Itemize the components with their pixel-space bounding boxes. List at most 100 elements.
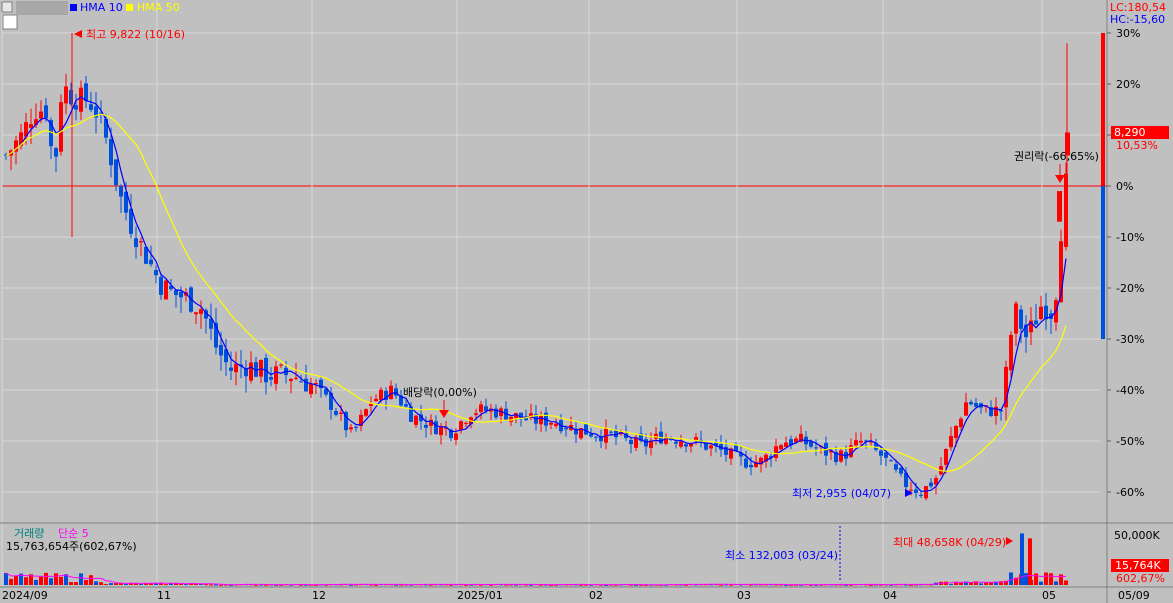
volume-bar [14, 575, 18, 585]
stock-name-redacted [16, 1, 68, 15]
candle-body [629, 439, 633, 445]
candle-body [839, 450, 843, 462]
candle-body [299, 381, 303, 383]
volume-bar [1049, 573, 1053, 585]
candle-body [149, 259, 153, 265]
settings-icon[interactable] [1, 1, 13, 13]
rights-arrow-icon [1055, 175, 1065, 183]
candle-body [774, 446, 778, 458]
stock-chart[interactable]: 30%20%10%0%-10%-20%-30%-40%-50%-60% 2024… [0, 0, 1173, 603]
x-tick-label: 02 [589, 589, 603, 602]
candle-body [139, 241, 143, 243]
ma-short-swatch [70, 4, 77, 11]
y-tick-label: 30% [1116, 27, 1140, 40]
candle-body [899, 467, 903, 474]
candle-body [929, 482, 933, 487]
ma-long-swatch [126, 4, 133, 11]
volume-bar [1054, 581, 1058, 585]
y-tick-label: 20% [1116, 78, 1140, 91]
candle-body [59, 102, 63, 152]
candle-body [644, 439, 648, 447]
candle-body [459, 421, 463, 431]
volume-bar [219, 584, 223, 586]
volume-bar [579, 584, 583, 586]
x-tick-label: 2025/01 [457, 589, 503, 602]
candle-body [164, 280, 168, 300]
y-tick-label: -40% [1116, 384, 1144, 397]
candle-body [889, 460, 893, 462]
volume-bar [44, 572, 48, 585]
rights-annotation: 권리락(-66,65%) [1014, 150, 1099, 163]
x-tick-label: 12 [312, 589, 326, 602]
candle-body [994, 406, 998, 417]
x-tick-label: 03 [737, 589, 751, 602]
y-tick-label: -60% [1116, 486, 1144, 499]
candle-body [479, 404, 483, 412]
candle-body [134, 238, 138, 248]
candle-body [914, 489, 918, 493]
candle-body [589, 434, 593, 437]
candle-body [109, 139, 113, 166]
high-annotation: 최고 9,822 (10/16) [86, 28, 185, 41]
volume-bar [89, 575, 93, 585]
window-icon[interactable] [2, 14, 18, 30]
volume-bar [1039, 581, 1043, 585]
y-tick-label: -30% [1116, 333, 1144, 346]
volume-bar [124, 583, 128, 585]
candle-body [389, 385, 393, 400]
candle-body [414, 415, 418, 425]
candle-body [229, 367, 233, 371]
volume-bar [49, 578, 53, 585]
candle-body [919, 494, 923, 496]
candle-body [269, 377, 273, 380]
candle-body [199, 309, 203, 314]
current-change-pct: 10,53% [1116, 139, 1158, 152]
candle-body [74, 105, 78, 110]
volume-bar [104, 584, 108, 586]
x-tick-label: 04 [883, 589, 897, 602]
candle-body [54, 148, 58, 157]
volume-bar [59, 576, 63, 585]
candle-body [554, 423, 558, 427]
volume-bar [959, 582, 963, 585]
candle-body [194, 312, 198, 315]
candle-body [959, 418, 963, 428]
candle-body [784, 442, 788, 447]
volume-bar [4, 573, 8, 585]
candle-body [454, 433, 458, 440]
volume-bar [254, 584, 258, 586]
candle-body [89, 104, 93, 110]
candle-body [539, 414, 543, 425]
volume-bar [1009, 572, 1013, 585]
candle-body [379, 389, 383, 401]
low-annotation: 최저 2,955 (04/07) [792, 487, 891, 500]
volume-bar [1059, 574, 1063, 585]
candle-body [964, 402, 968, 416]
volume-bar [69, 582, 73, 585]
candle-body [279, 364, 283, 366]
candle-body [294, 377, 298, 379]
candle-body [594, 436, 598, 438]
x-tick-label: 11 [157, 589, 171, 602]
y-axis-ticks: 30%20%10%0%-10%-20%-30%-40%-50%-60% [1107, 27, 1144, 499]
candle-body [924, 486, 928, 499]
volume-bar [184, 584, 188, 586]
candle-body [404, 404, 408, 407]
candle-body [879, 450, 883, 456]
candle-body [584, 424, 588, 435]
volume-bar [164, 584, 168, 586]
candle-body [549, 422, 553, 425]
candle-body [219, 344, 223, 356]
candle-body [119, 185, 123, 197]
candle-body [364, 409, 368, 416]
candle-body [709, 445, 713, 449]
candle-body [674, 442, 678, 444]
volume-bar [349, 584, 353, 586]
volume-bar [1044, 572, 1048, 585]
volume-bar [79, 573, 83, 585]
volume-bar [84, 579, 88, 585]
candle-body [349, 427, 353, 430]
hc-readout: HC:-15,60 [1110, 13, 1165, 26]
candle-body [334, 411, 338, 415]
candle-body [39, 111, 43, 119]
